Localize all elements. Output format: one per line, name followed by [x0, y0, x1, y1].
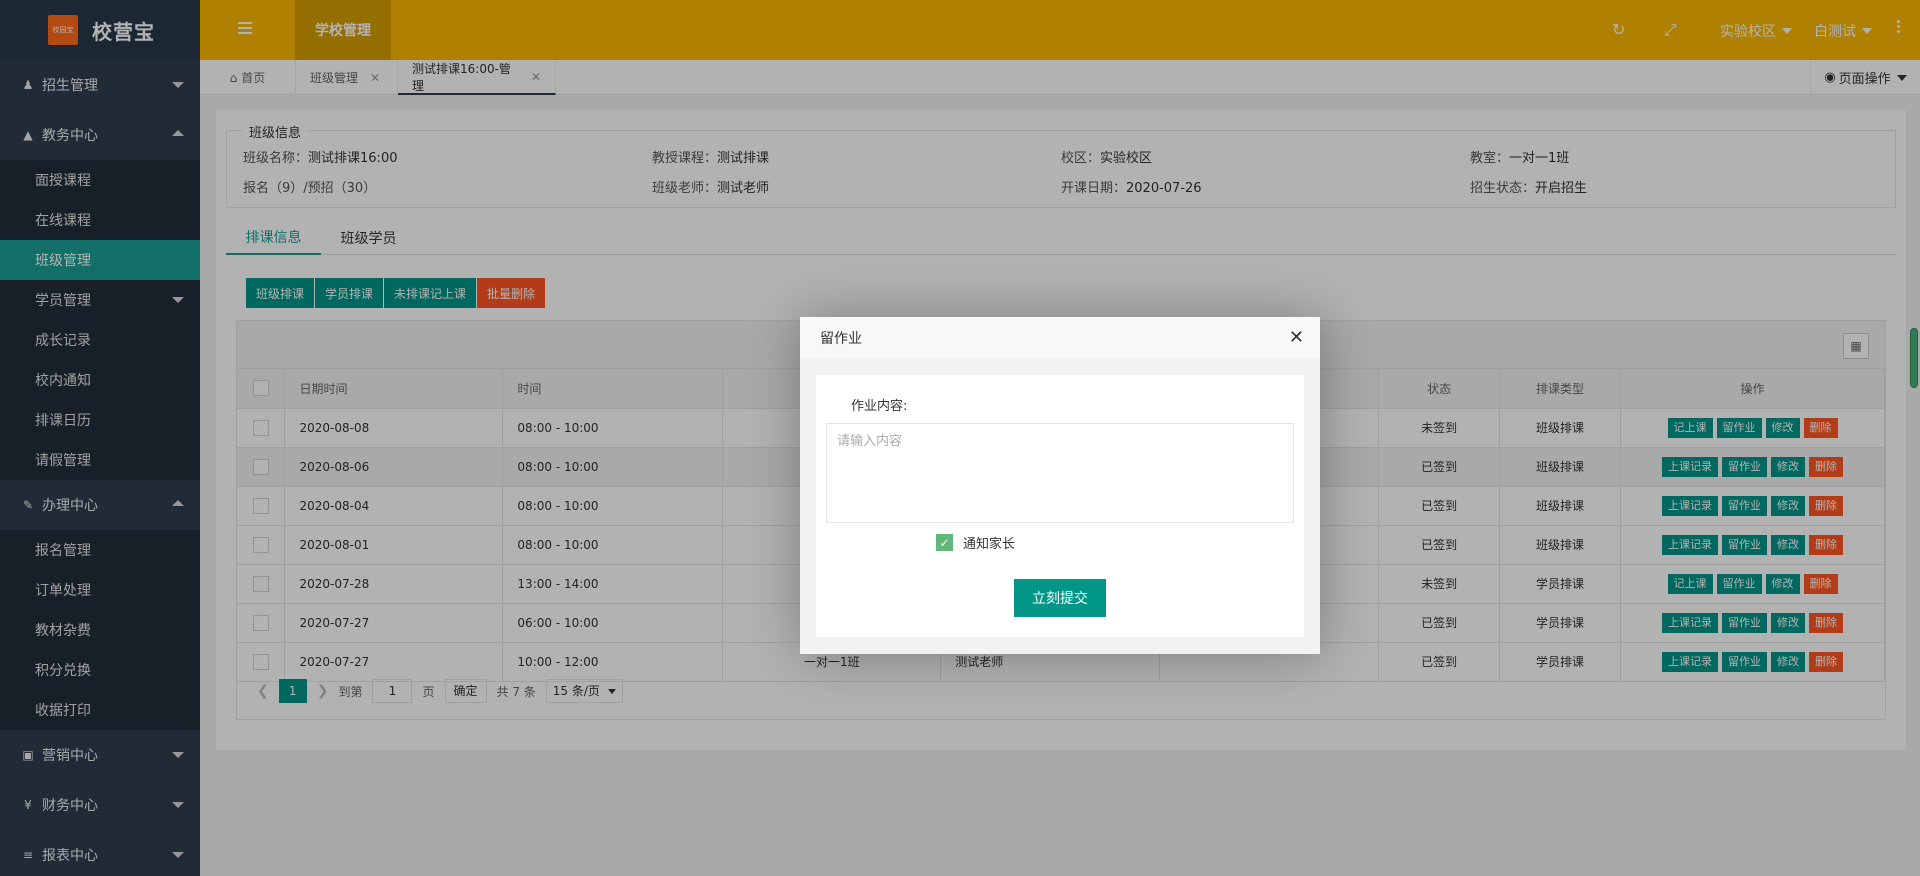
submit-button[interactable]: 立刻提交: [1014, 579, 1106, 617]
dialog-header: 留作业 ✕: [800, 317, 1320, 359]
homework-dialog: 留作业 ✕ 作业内容: 请输入内容 ✓ 通知家长 立刻提交: [800, 317, 1320, 654]
dialog-title: 留作业: [820, 330, 862, 347]
dialog-body: 作业内容: 请输入内容 ✓ 通知家长 立刻提交: [816, 375, 1304, 637]
homework-content-label: 作业内容:: [851, 399, 908, 414]
notify-parent-checkbox[interactable]: ✓ 通知家长: [936, 533, 1015, 552]
notify-parent-label: 通知家长: [963, 537, 1016, 552]
homework-content-input[interactable]: 请输入内容: [826, 423, 1294, 523]
check-icon: ✓: [936, 534, 953, 551]
close-icon[interactable]: ✕: [1289, 327, 1304, 348]
